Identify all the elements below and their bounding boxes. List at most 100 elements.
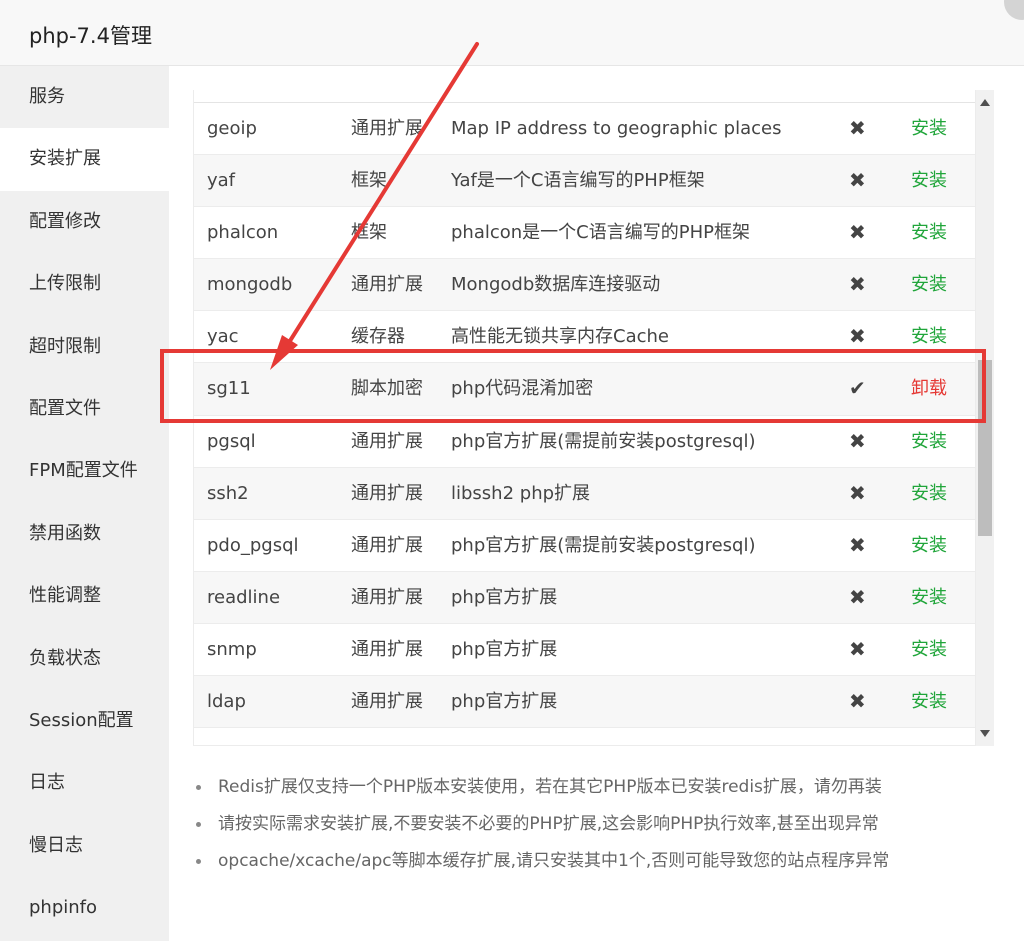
tip-item: Redis扩展仅支持一个PHP版本安装使用，若在其它PHP版本已安装redis扩… [193, 769, 983, 806]
extension-type: 通用扩展 [351, 482, 423, 504]
cross-icon: ✖ [849, 584, 866, 609]
install-button[interactable]: 安装 [911, 311, 947, 362]
table-row: yac 缓存器 高性能无锁共享内存Cache ✖ 安装 [194, 311, 975, 364]
title-bar: php-7.4管理 [0, 0, 1024, 66]
extension-type: 通用扩展 [351, 691, 423, 713]
extension-description: php官方扩展 [451, 586, 558, 608]
table-row: yaf 框架 Yaf是一个C语言编写的PHP框架 ✖ 安装 [194, 155, 975, 208]
extension-description: php官方扩展(需提前安装postgresql) [451, 430, 756, 452]
extension-name: pgsql [207, 430, 256, 452]
cross-icon: ✖ [849, 272, 866, 297]
sidebar-item[interactable]: 负载状态 [0, 628, 169, 690]
table-row: pgsql 通用扩展 php官方扩展(需提前安装postgresql) ✖ 安装 [194, 416, 975, 468]
extension-type: 脚本加密 [351, 378, 423, 400]
sidebar-item[interactable]: 超时限制 [0, 316, 169, 378]
sidebar-item[interactable]: phpinfo [0, 877, 169, 939]
main-content: geoip 通用扩展 Map IP address to geographic pl… [169, 66, 1024, 941]
extension-description: Mongodb数据库连接驱动 [451, 274, 661, 296]
scroll-up-icon[interactable] [980, 99, 990, 106]
sidebar-item[interactable]: 安装扩展 [0, 128, 169, 191]
table-header-row [194, 90, 975, 103]
install-button[interactable]: 安装 [911, 468, 947, 519]
sidebar-item[interactable]: 配置文件 [0, 378, 169, 440]
table-row: readline 通用扩展 php官方扩展 ✖ 安装 [194, 571, 975, 624]
sidebar-item[interactable]: 配置修改 [0, 191, 169, 253]
cross-icon: ✖ [849, 168, 866, 193]
install-button[interactable]: 安装 [911, 259, 947, 310]
sidebar-item[interactable]: 慢日志 [0, 815, 169, 877]
extension-name: mongodb [207, 274, 293, 296]
extension-description: Yaf是一个C语言编写的PHP框架 [451, 170, 705, 192]
extension-description: php官方扩展 [451, 691, 558, 713]
extensions-table-body: geoip 通用扩展 Map IP address to geographic pl… [194, 103, 975, 729]
sidebar-item[interactable]: 禁用函数 [0, 503, 169, 565]
scroll-down-icon[interactable] [980, 730, 990, 737]
install-button[interactable]: 安装 [911, 155, 947, 206]
extension-name: snmp [207, 638, 257, 660]
extension-type: 通用扩展 [351, 118, 423, 139]
table-row: sg11 脚本加密 php代码混淆加密 ✔ 卸载 [194, 363, 975, 416]
install-button[interactable]: 安装 [911, 624, 947, 675]
table-row: mongodb 通用扩展 Mongodb数据库连接驱动 ✖ 安装 [194, 259, 975, 312]
extension-name: yaf [207, 170, 236, 192]
sidebar-item[interactable]: 上传限制 [0, 253, 169, 315]
cross-icon: ✖ [849, 636, 866, 661]
extension-type: 通用扩展 [351, 638, 423, 660]
table-row: ldap 通用扩展 php官方扩展 ✖ 安装 [194, 676, 975, 729]
table-row: ssh2 通用扩展 libssh2 php扩展 ✖ 安装 [194, 467, 975, 520]
extension-name: sg11 [207, 378, 251, 400]
extension-name: geoip [207, 118, 257, 139]
table-row: pdo_pgsql 通用扩展 php官方扩展(需提前安装postgresql) ✖ 安装 [194, 520, 975, 572]
extension-description: 高性能无锁共享内存Cache [451, 326, 669, 348]
table-row: phalcon 框架 phalcon是一个C语言编写的PHP框架 ✖ 安装 [194, 207, 975, 260]
install-button[interactable]: 安装 [911, 520, 947, 571]
install-button[interactable]: 安装 [911, 416, 947, 467]
extension-type: 缓存器 [351, 326, 405, 348]
cross-icon: ✖ [849, 116, 866, 140]
tips-list: Redis扩展仅支持一个PHP版本安装使用，若在其它PHP版本已安装redis扩… [193, 769, 983, 880]
extension-type: 通用扩展 [351, 534, 423, 556]
extension-description: Map IP address to geographic places [451, 118, 782, 139]
cross-icon: ✖ [849, 428, 866, 453]
cross-icon: ✖ [849, 689, 866, 714]
table-row: snmp 通用扩展 php官方扩展 ✖ 安装 [194, 624, 975, 677]
install-button[interactable]: 安装 [911, 103, 947, 154]
install-button[interactable]: 安装 [911, 676, 947, 727]
tip-item: 请按实际需求安装扩展,不要安装不必要的PHP扩展,这会影响PHP执行效率,甚至出… [193, 806, 983, 843]
extension-type: 通用扩展 [351, 274, 423, 296]
extension-description: php官方扩展 [451, 638, 558, 660]
extension-type: 通用扩展 [351, 586, 423, 608]
cross-icon: ✖ [849, 324, 866, 349]
table-scrollbar[interactable] [976, 90, 994, 746]
sidebar-item[interactable]: Session配置 [0, 690, 169, 752]
extension-name: yac [207, 326, 239, 348]
extension-name: ssh2 [207, 482, 249, 504]
extension-type: 框架 [351, 170, 387, 192]
extension-name: readline [207, 586, 281, 608]
install-button[interactable]: 安装 [911, 207, 947, 258]
sidebar-item[interactable]: FPM配置文件 [0, 440, 169, 502]
install-button[interactable]: 安装 [911, 572, 947, 623]
sidebar-item[interactable]: 日志 [0, 752, 169, 814]
window-title: php-7.4管理 [29, 24, 152, 48]
cross-icon: ✖ [849, 220, 866, 245]
scroll-thumb[interactable] [978, 360, 992, 536]
extension-name: ldap [207, 691, 246, 713]
extension-description: php官方扩展(需提前安装postgresql) [451, 534, 756, 556]
extension-description: libssh2 php扩展 [451, 482, 591, 504]
sidebar: 服务 安装扩展 配置修改 上传限制 超时限制 配置文件 FPM配置文件 禁用函数 性能调整 负载状… [0, 66, 169, 941]
extension-name: phalcon [207, 222, 279, 244]
table-row: geoip 通用扩展 Map IP address to geographic pl… [194, 103, 975, 156]
cross-icon: ✖ [849, 532, 866, 557]
tip-item: opcache/xcache/apc等脚本缓存扩展,请只安装其中1个,否则可能导… [193, 843, 983, 880]
sidebar-item[interactable]: 性能调整 [0, 565, 169, 627]
sidebar-item[interactable]: 服务 [0, 66, 169, 128]
extension-type: 框架 [351, 222, 387, 244]
extension-description: phalcon是一个C语言编写的PHP框架 [451, 222, 750, 244]
extension-name: pdo_pgsql [207, 534, 299, 556]
extension-description: php代码混淆加密 [451, 378, 594, 400]
extension-type: 通用扩展 [351, 430, 423, 452]
extensions-table: geoip 通用扩展 Map IP address to geographic pl… [193, 90, 976, 746]
cross-icon: ✖ [849, 480, 866, 505]
uninstall-button[interactable]: 卸载 [911, 363, 947, 414]
